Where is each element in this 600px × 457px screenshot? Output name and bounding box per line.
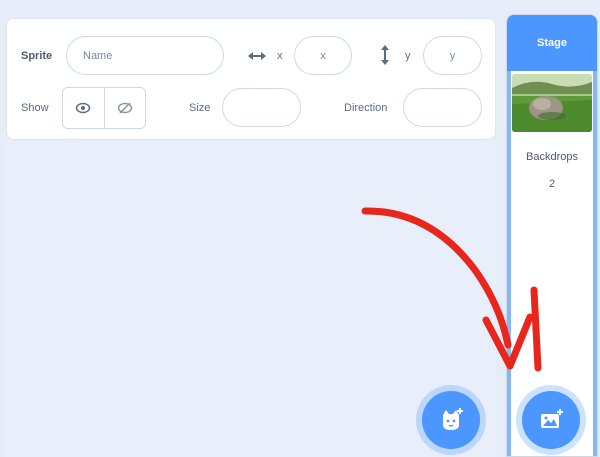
backdrops-label: Backdrops [526, 151, 578, 163]
direction-label: Direction [344, 102, 388, 114]
size-label: Size [189, 102, 211, 114]
eye-icon [76, 102, 91, 114]
sprite-label: Sprite [21, 50, 53, 62]
choose-backdrop-button[interactable] [522, 391, 580, 449]
backdrop-thumbnail[interactable] [512, 74, 592, 132]
y-position-input[interactable] [423, 36, 482, 75]
vertical-arrows-icon [381, 45, 389, 65]
x-label: x [277, 50, 283, 62]
x-position-input[interactable] [294, 36, 352, 75]
eye-slash-icon [117, 102, 132, 114]
choose-sprite-button[interactable] [422, 391, 480, 449]
sprite-list-area [6, 140, 496, 457]
horizontal-arrows-icon [248, 52, 266, 60]
hide-sprite-button[interactable] [103, 88, 146, 128]
visibility-toggle-group [62, 87, 146, 129]
backdrop-thumbnail-image [512, 74, 592, 132]
scratch-sprite-pane: Sprite x y Show [0, 0, 600, 457]
backdrops-count: 2 [548, 178, 556, 190]
cat-plus-icon [443, 408, 463, 430]
sprite-name-input[interactable] [66, 36, 224, 75]
show-sprite-button[interactable] [63, 88, 104, 128]
sprite-info-panel: Sprite x y Show [6, 18, 496, 140]
direction-input[interactable] [403, 88, 482, 127]
backdrop-plus-icon [541, 409, 563, 428]
show-label: Show [21, 102, 49, 114]
stage-header: Stage [507, 15, 597, 71]
y-label: y [405, 50, 411, 62]
size-input[interactable] [222, 88, 301, 127]
